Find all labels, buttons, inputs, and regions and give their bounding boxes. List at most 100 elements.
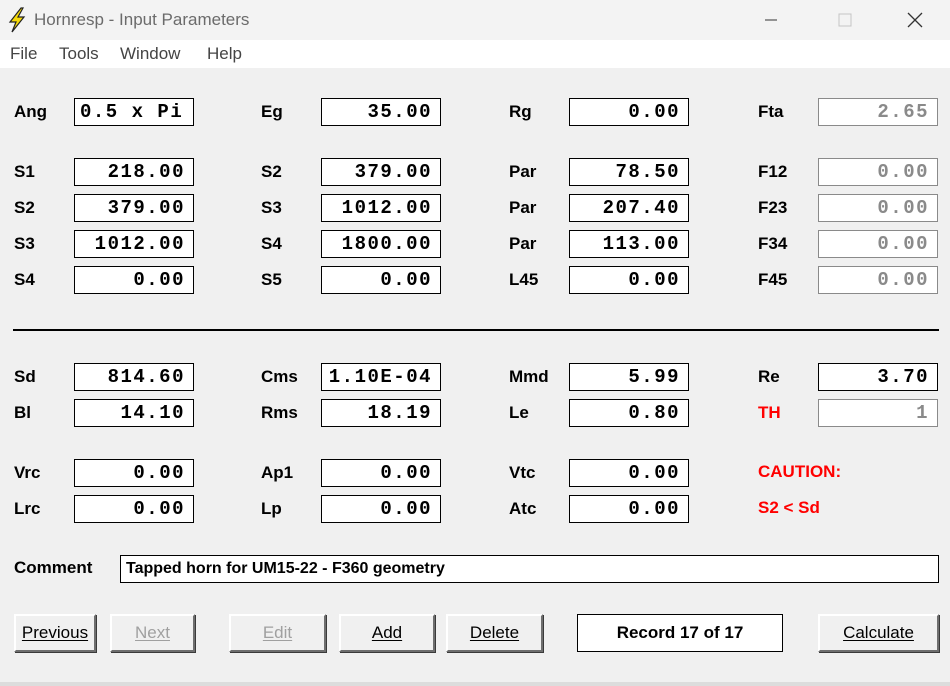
param-label-rms-r6: Rms bbox=[261, 403, 298, 422]
param-field-rms-r6[interactable]: 18.19 bbox=[321, 399, 441, 427]
param-label-f45-r4: F45 bbox=[758, 270, 788, 289]
maximize-icon bbox=[838, 13, 852, 27]
param-label-s4-r4: S4 bbox=[14, 270, 35, 289]
param-field-par-r1[interactable]: 78.50 bbox=[569, 158, 689, 186]
window-title: Hornresp - Input Parameters bbox=[34, 10, 250, 29]
title-bar[interactable]: Hornresp - Input Parameters bbox=[0, 0, 950, 40]
menu-window[interactable]: Window bbox=[120, 44, 180, 64]
param-label-f12-r1: F12 bbox=[758, 162, 788, 181]
param-label-le-r6: Le bbox=[509, 403, 529, 422]
calculate-button-label: Calculate bbox=[843, 623, 914, 642]
comment-field[interactable]: Tapped horn for UM15-22 - F360 geometry bbox=[120, 555, 939, 583]
param-field-re-r5[interactable]: 3.70 bbox=[818, 363, 938, 391]
param-label-re-r5: Re bbox=[758, 367, 780, 386]
add-button-label: Add bbox=[371, 623, 403, 642]
param-label-sd-r5: Sd bbox=[14, 367, 36, 386]
param-label-ap1-r7: Ap1 bbox=[261, 463, 294, 482]
param-label-s1-r1: S1 bbox=[14, 162, 35, 181]
hornresp-window: Hornresp - Input Parameters File Tools W… bbox=[0, 0, 950, 686]
param-label-lp-r8: Lp bbox=[261, 499, 282, 518]
param-label-s5-r4: S5 bbox=[261, 270, 282, 289]
param-field-s3-r3[interactable]: 1012.00 bbox=[74, 230, 194, 258]
delete-button-label: Delete bbox=[469, 623, 520, 642]
edit-button[interactable]: Edit bbox=[229, 614, 326, 652]
param-label-mmd-r5: Mmd bbox=[509, 367, 549, 386]
previous-button-label: Previous bbox=[21, 623, 89, 642]
param-field-vrc-r7[interactable]: 0.00 bbox=[74, 459, 194, 487]
param-label-fta-r0: Fta bbox=[758, 102, 784, 121]
param-field-s4-r4[interactable]: 0.00 bbox=[74, 266, 194, 294]
param-field-rg-r0[interactable]: 0.00 bbox=[569, 98, 689, 126]
record-status: Record 17 of 17 bbox=[577, 614, 783, 652]
param-label-s2-r1: S2 bbox=[261, 162, 282, 181]
menu-bar: File Tools Window Help bbox=[0, 40, 950, 68]
param-field-s1-r1[interactable]: 218.00 bbox=[74, 158, 194, 186]
param-label-s3-r3: S3 bbox=[14, 234, 35, 253]
param-field-s4-r3[interactable]: 1800.00 bbox=[321, 230, 441, 258]
param-field-atc-r8[interactable]: 0.00 bbox=[569, 495, 689, 523]
close-icon bbox=[907, 12, 923, 28]
param-label-vtc-r7: Vtc bbox=[509, 463, 536, 482]
menu-file[interactable]: File bbox=[10, 44, 37, 64]
param-field-f23-r2[interactable]: 0.00 bbox=[818, 194, 938, 222]
param-field-s2-r2[interactable]: 379.00 bbox=[74, 194, 194, 222]
param-field-th-r6[interactable]: 1 bbox=[818, 399, 938, 427]
param-label-th-r6: TH bbox=[758, 403, 781, 422]
param-field-vtc-r7[interactable]: 0.00 bbox=[569, 459, 689, 487]
param-field-f34-r3[interactable]: 0.00 bbox=[818, 230, 938, 258]
param-label-f34-r3: F34 bbox=[758, 234, 788, 253]
next-button[interactable]: Next bbox=[110, 614, 195, 652]
param-field-cms-r5[interactable]: 1.10E-04 bbox=[321, 363, 441, 391]
param-field-ap1-r7[interactable]: 0.00 bbox=[321, 459, 441, 487]
param-field-fta-r0[interactable]: 2.65 bbox=[818, 98, 938, 126]
param-label-s4-r3: S4 bbox=[261, 234, 282, 253]
calculate-button[interactable]: Calculate bbox=[818, 614, 939, 652]
param-label-par-r1: Par bbox=[509, 162, 537, 181]
param-label-lrc-r8: Lrc bbox=[14, 499, 41, 518]
previous-button[interactable]: Previous bbox=[14, 614, 96, 652]
param-field-lrc-r8[interactable]: 0.00 bbox=[74, 495, 194, 523]
param-label-s3-r2: S3 bbox=[261, 198, 282, 217]
param-field-par-r3[interactable]: 113.00 bbox=[569, 230, 689, 258]
param-field-s3-r2[interactable]: 1012.00 bbox=[321, 194, 441, 222]
param-field-ang-r0[interactable]: 0.5 x Pi bbox=[74, 98, 194, 126]
caution-title: CAUTION: bbox=[758, 462, 842, 481]
edit-button-label: Edit bbox=[262, 623, 293, 642]
param-label-par-r3: Par bbox=[509, 234, 537, 253]
param-field-eg-r0[interactable]: 35.00 bbox=[321, 98, 441, 126]
param-label-f23-r2: F23 bbox=[758, 198, 788, 217]
param-label-s2-r2: S2 bbox=[14, 198, 35, 217]
lightning-bolt-icon bbox=[8, 7, 26, 33]
param-field-sd-r5[interactable]: 814.60 bbox=[74, 363, 194, 391]
param-label-ang-r0: Ang bbox=[14, 102, 48, 121]
minimize-icon bbox=[765, 19, 777, 21]
caution-message: S2 < Sd bbox=[758, 498, 820, 517]
add-button[interactable]: Add bbox=[339, 614, 435, 652]
param-field-f45-r4[interactable]: 0.00 bbox=[818, 266, 938, 294]
menu-help[interactable]: Help bbox=[207, 44, 242, 64]
param-field-bl-r6[interactable]: 14.10 bbox=[74, 399, 194, 427]
param-field-s5-r4[interactable]: 0.00 bbox=[321, 266, 441, 294]
param-field-mmd-r5[interactable]: 5.99 bbox=[569, 363, 689, 391]
param-field-s2-r1[interactable]: 379.00 bbox=[321, 158, 441, 186]
maximize-button[interactable] bbox=[822, 0, 868, 40]
param-label-bl-r6: Bl bbox=[14, 403, 31, 422]
next-button-label: Next bbox=[135, 623, 170, 642]
section-divider bbox=[13, 329, 939, 331]
input-parameters-panel: CAUTION: S2 < Sd Comment Tapped horn for… bbox=[0, 68, 950, 686]
close-button[interactable] bbox=[892, 0, 938, 40]
menu-tools[interactable]: Tools bbox=[59, 44, 99, 64]
param-label-par-r2: Par bbox=[509, 198, 537, 217]
param-label-rg-r0: Rg bbox=[509, 102, 532, 121]
param-label-eg-r0: Eg bbox=[261, 102, 283, 121]
param-field-le-r6[interactable]: 0.80 bbox=[569, 399, 689, 427]
param-label-atc-r8: Atc bbox=[509, 499, 537, 518]
param-label-l45-r4: L45 bbox=[509, 270, 539, 289]
minimize-button[interactable] bbox=[748, 0, 794, 40]
comment-label: Comment bbox=[14, 558, 93, 577]
param-field-par-r2[interactable]: 207.40 bbox=[569, 194, 689, 222]
param-field-f12-r1[interactable]: 0.00 bbox=[818, 158, 938, 186]
delete-button[interactable]: Delete bbox=[446, 614, 543, 652]
param-field-lp-r8[interactable]: 0.00 bbox=[321, 495, 441, 523]
param-field-l45-r4[interactable]: 0.00 bbox=[569, 266, 689, 294]
